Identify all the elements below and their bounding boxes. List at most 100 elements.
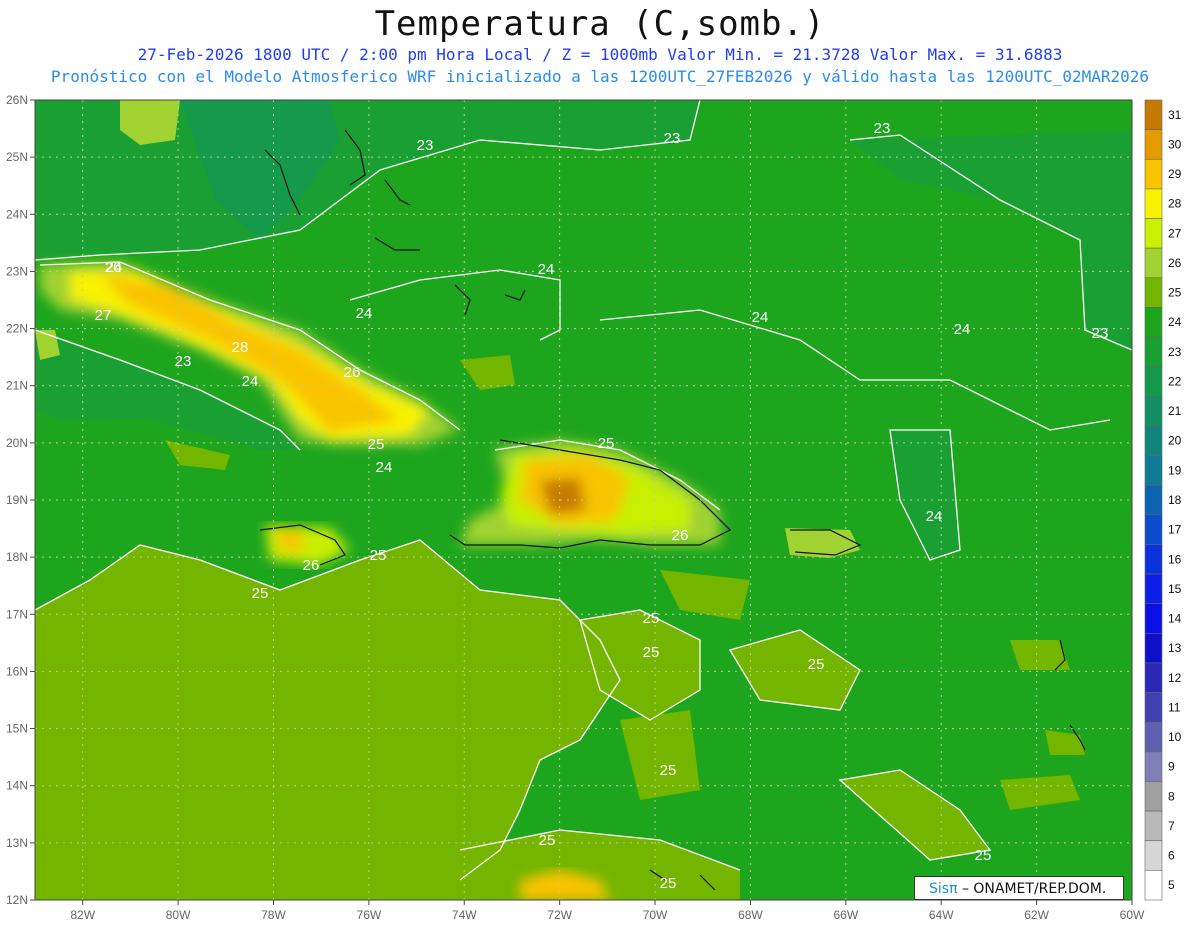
lon-tick-label: 60W <box>1120 908 1145 922</box>
lon-tick-label: 78W <box>261 908 286 922</box>
lat-tick-label: 13N <box>6 836 28 850</box>
legend-swatch <box>1144 218 1163 249</box>
color-legend: 31 30 29 28 27 26 25 24 23 22 21 20 19 18 17 16 15 14 13 12… <box>1144 99 1182 901</box>
legend-label: 8 <box>1168 789 1175 803</box>
lon-tick-label: 68W <box>738 908 763 922</box>
legend-label: 19 <box>1168 463 1182 477</box>
legend-label: 26 <box>1168 256 1182 270</box>
contour-label: 25 <box>660 875 677 892</box>
lon-tick-label: 70W <box>643 908 668 922</box>
onamet-logo: Sisπ – ONAMET/REP.DOM. <box>914 876 1124 900</box>
legend-label: 21 <box>1168 404 1182 418</box>
legend-swatch <box>1144 158 1163 190</box>
contour-label: 25 <box>252 585 269 602</box>
lon-tick-label: 82W <box>70 908 95 922</box>
lat-tick-label: 19N <box>6 493 28 507</box>
legend-label: 22 <box>1168 374 1182 388</box>
legend-label: 12 <box>1168 671 1182 685</box>
legend-swatch <box>1144 721 1163 753</box>
lat-tick-label: 22N <box>6 322 28 336</box>
legend-label: 27 <box>1168 226 1182 240</box>
legend-label: 30 <box>1168 137 1182 151</box>
contour-label: 24 <box>538 261 555 278</box>
legend-swatch <box>1144 840 1163 871</box>
lat-tick-label: 15N <box>6 722 28 736</box>
legend-label: 20 <box>1168 434 1182 448</box>
legend-label: 23 <box>1168 345 1182 359</box>
contour-label: 25 <box>368 436 385 453</box>
legend-label: 6 <box>1168 849 1175 863</box>
legend-label: 9 <box>1168 760 1175 774</box>
legend-swatch <box>1144 336 1163 367</box>
contour-label: 26 <box>303 557 320 574</box>
legend-swatch <box>1144 307 1163 338</box>
contour-label: 25 <box>643 644 660 661</box>
legend-label: 10 <box>1168 730 1182 744</box>
lon-tick-label: 66W <box>833 908 858 922</box>
lat-tick-label: 24N <box>6 207 28 221</box>
lat-tick-label: 26N <box>6 93 28 107</box>
legend-label: 24 <box>1168 315 1182 329</box>
contour-label: 27 <box>95 307 112 324</box>
legend-label: 31 <box>1168 108 1182 122</box>
temperature-field: 23 23 23 23 24 24 24 24 24 24 24 25 25 25 25 25 25 25 25 25… <box>35 100 1132 900</box>
lon-tick-label: 64W <box>929 908 954 922</box>
contour-label: 23 <box>175 353 192 370</box>
lon-tick-label: 80W <box>166 908 191 922</box>
lon-tick-label: 62W <box>1024 908 1049 922</box>
lat-tick-label: 17N <box>6 607 28 621</box>
legend-swatch <box>1144 573 1163 605</box>
contour-label: 25 <box>370 547 387 564</box>
contour-label: 28 <box>232 339 249 356</box>
legend-swatch <box>1144 247 1163 279</box>
legend-label: 13 <box>1168 641 1182 655</box>
contour-label: 25 <box>660 762 677 779</box>
legend-swatch <box>1144 277 1163 308</box>
legend-swatch <box>1144 603 1163 634</box>
legend-swatch <box>1144 751 1163 782</box>
legend-swatch <box>1144 455 1163 486</box>
lon-tick-label: 74W <box>452 908 477 922</box>
legend-label: 16 <box>1168 552 1182 566</box>
lat-tick-label: 23N <box>6 264 28 278</box>
legend-label: 11 <box>1168 700 1181 714</box>
legend-label: 5 <box>1168 878 1175 892</box>
legend-swatch <box>1144 781 1163 812</box>
contour-label: 24 <box>926 508 943 525</box>
legend-label: 14 <box>1168 612 1182 626</box>
legend-swatch <box>1144 544 1163 575</box>
forecast-map: 23 23 23 23 24 24 24 24 24 24 24 25 25 25 25 25 25 25 25 25… <box>6 93 1182 922</box>
contour-label: 25 <box>643 610 660 627</box>
lat-tick-label: 16N <box>6 664 28 678</box>
contour-label: 23 <box>417 137 434 154</box>
lat-tick-label: 20N <box>6 436 28 450</box>
legend-swatch <box>1144 425 1163 456</box>
legend-swatch <box>1144 395 1163 427</box>
legend-swatch <box>1144 870 1163 901</box>
legend-swatch <box>1144 129 1163 160</box>
contour-label: 24 <box>376 459 393 476</box>
contour-label: 25 <box>598 435 615 452</box>
legend-swatch <box>1144 633 1163 664</box>
lat-tick-label: 18N <box>6 550 28 564</box>
legend-swatch <box>1144 810 1163 842</box>
legend-swatch <box>1144 514 1163 545</box>
legend-swatch <box>1144 662 1163 693</box>
lat-tick-label: 14N <box>6 779 28 793</box>
contour-label: 25 <box>975 847 992 864</box>
legend-label: 28 <box>1168 197 1182 211</box>
legend-label: 25 <box>1168 286 1182 300</box>
legend-label: 18 <box>1168 493 1182 507</box>
contour-label: 24 <box>242 373 259 390</box>
contour-label: 25 <box>808 656 825 673</box>
legend-swatch <box>1144 188 1163 219</box>
contour-label: 24 <box>356 305 373 322</box>
lat-tick-label: 12N <box>6 893 28 907</box>
lon-tick-label: 76W <box>357 908 382 922</box>
contour-label: 23 <box>1092 325 1109 342</box>
contour-label: 24 <box>752 309 769 326</box>
legend-label: 7 <box>1168 819 1175 833</box>
legend-label: 17 <box>1168 523 1182 537</box>
lat-tick-label: 25N <box>6 150 28 164</box>
contour-label: 26 <box>672 527 689 544</box>
